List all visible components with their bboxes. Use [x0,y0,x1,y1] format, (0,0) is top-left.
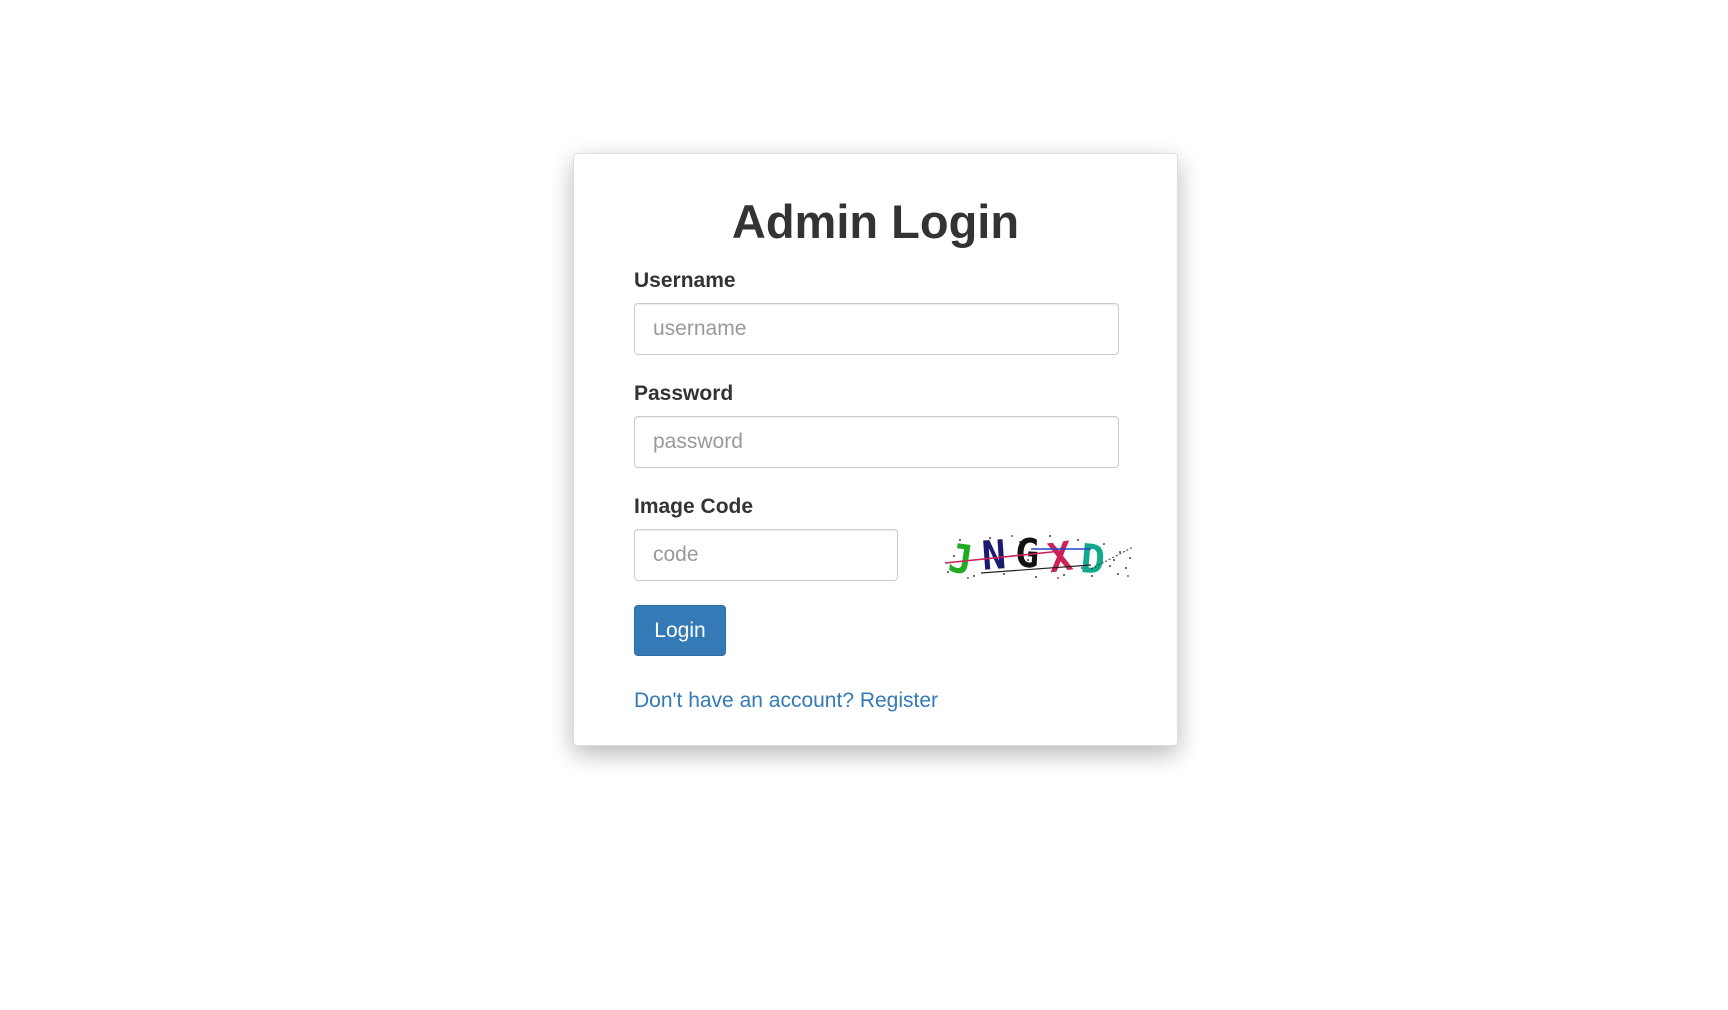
username-label: Username [634,269,736,292]
username-input[interactable] [634,303,1119,355]
captcha-letters: JNGXD [945,530,1106,584]
password-label: Password [634,382,734,405]
captcha-image[interactable]: JNGXD [941,529,1135,585]
captcha-char: X [1045,534,1075,583]
password-input[interactable] [634,416,1119,468]
register-link[interactable]: Don't have an account? Register [634,689,938,713]
image-code-label: Image Code [634,495,754,518]
captcha-char: D [1079,536,1107,584]
code-input[interactable] [634,529,898,581]
page-title: Admin Login [731,195,1020,248]
login-button[interactable]: Login [634,605,726,656]
login-panel: Admin Login Username Password Image Code [573,153,1178,746]
